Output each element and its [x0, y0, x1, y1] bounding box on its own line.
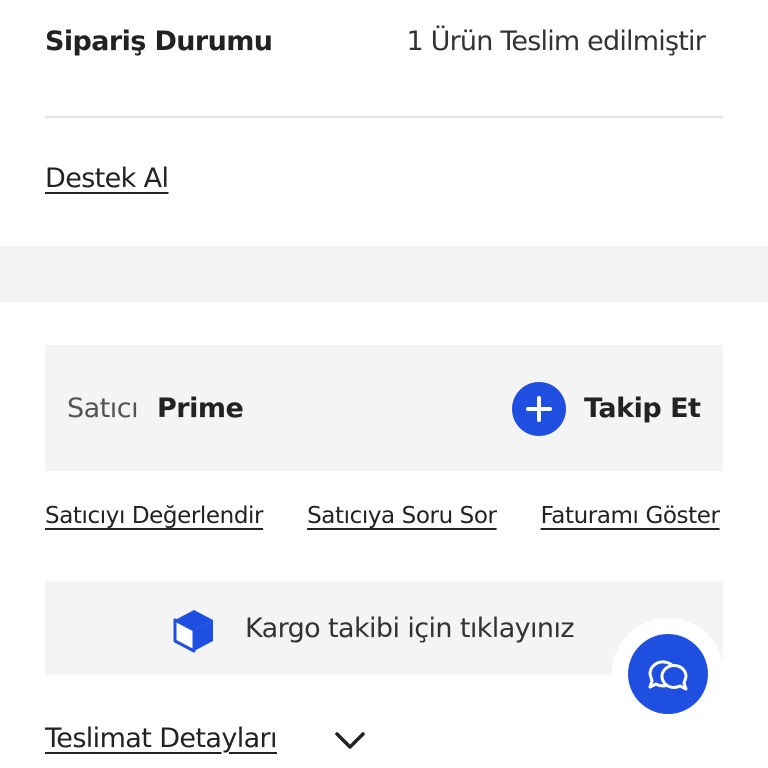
order-detail-page: Sipariş Durumu 1 Ürün Teslim edilmiştir … — [0, 0, 768, 768]
section-separator — [0, 246, 768, 302]
support-link[interactable]: Destek Al — [45, 163, 169, 194]
ask-seller-link[interactable]: Satıcıya Soru Sor — [307, 503, 497, 529]
follow-label: Takip Et — [584, 393, 701, 424]
order-status-value: 1 Ürün Teslim edilmiştir — [406, 26, 705, 57]
order-status-label: Sipariş Durumu — [45, 26, 273, 57]
plus-icon — [512, 382, 566, 436]
delivery-details-toggle[interactable]: Teslimat Detayları — [45, 720, 405, 764]
cargo-tracking-label: Kargo takibi için tıklayınız — [245, 613, 575, 644]
delivery-details-label: Teslimat Detayları — [45, 723, 278, 754]
chat-button[interactable] — [628, 634, 708, 714]
show-invoice-link[interactable]: Faturamı Göster — [541, 503, 720, 529]
seller-card: Satıcı Prime Takip Et — [45, 345, 723, 471]
seller-actions: Satıcıyı Değerlendir Satıcıya Soru Sor Fat… — [45, 503, 768, 543]
seller-prefix: Satıcı — [67, 393, 139, 424]
seller-name[interactable]: Prime — [157, 393, 244, 424]
package-box-icon — [171, 607, 217, 653]
follow-seller-button[interactable]: Takip Et — [512, 382, 712, 436]
divider — [45, 116, 723, 118]
rate-seller-link[interactable]: Satıcıyı Değerlendir — [45, 503, 263, 529]
order-status-row: Sipariş Durumu 1 Ürün Teslim edilmiştir — [45, 20, 723, 68]
chevron-down-icon — [332, 726, 368, 758]
